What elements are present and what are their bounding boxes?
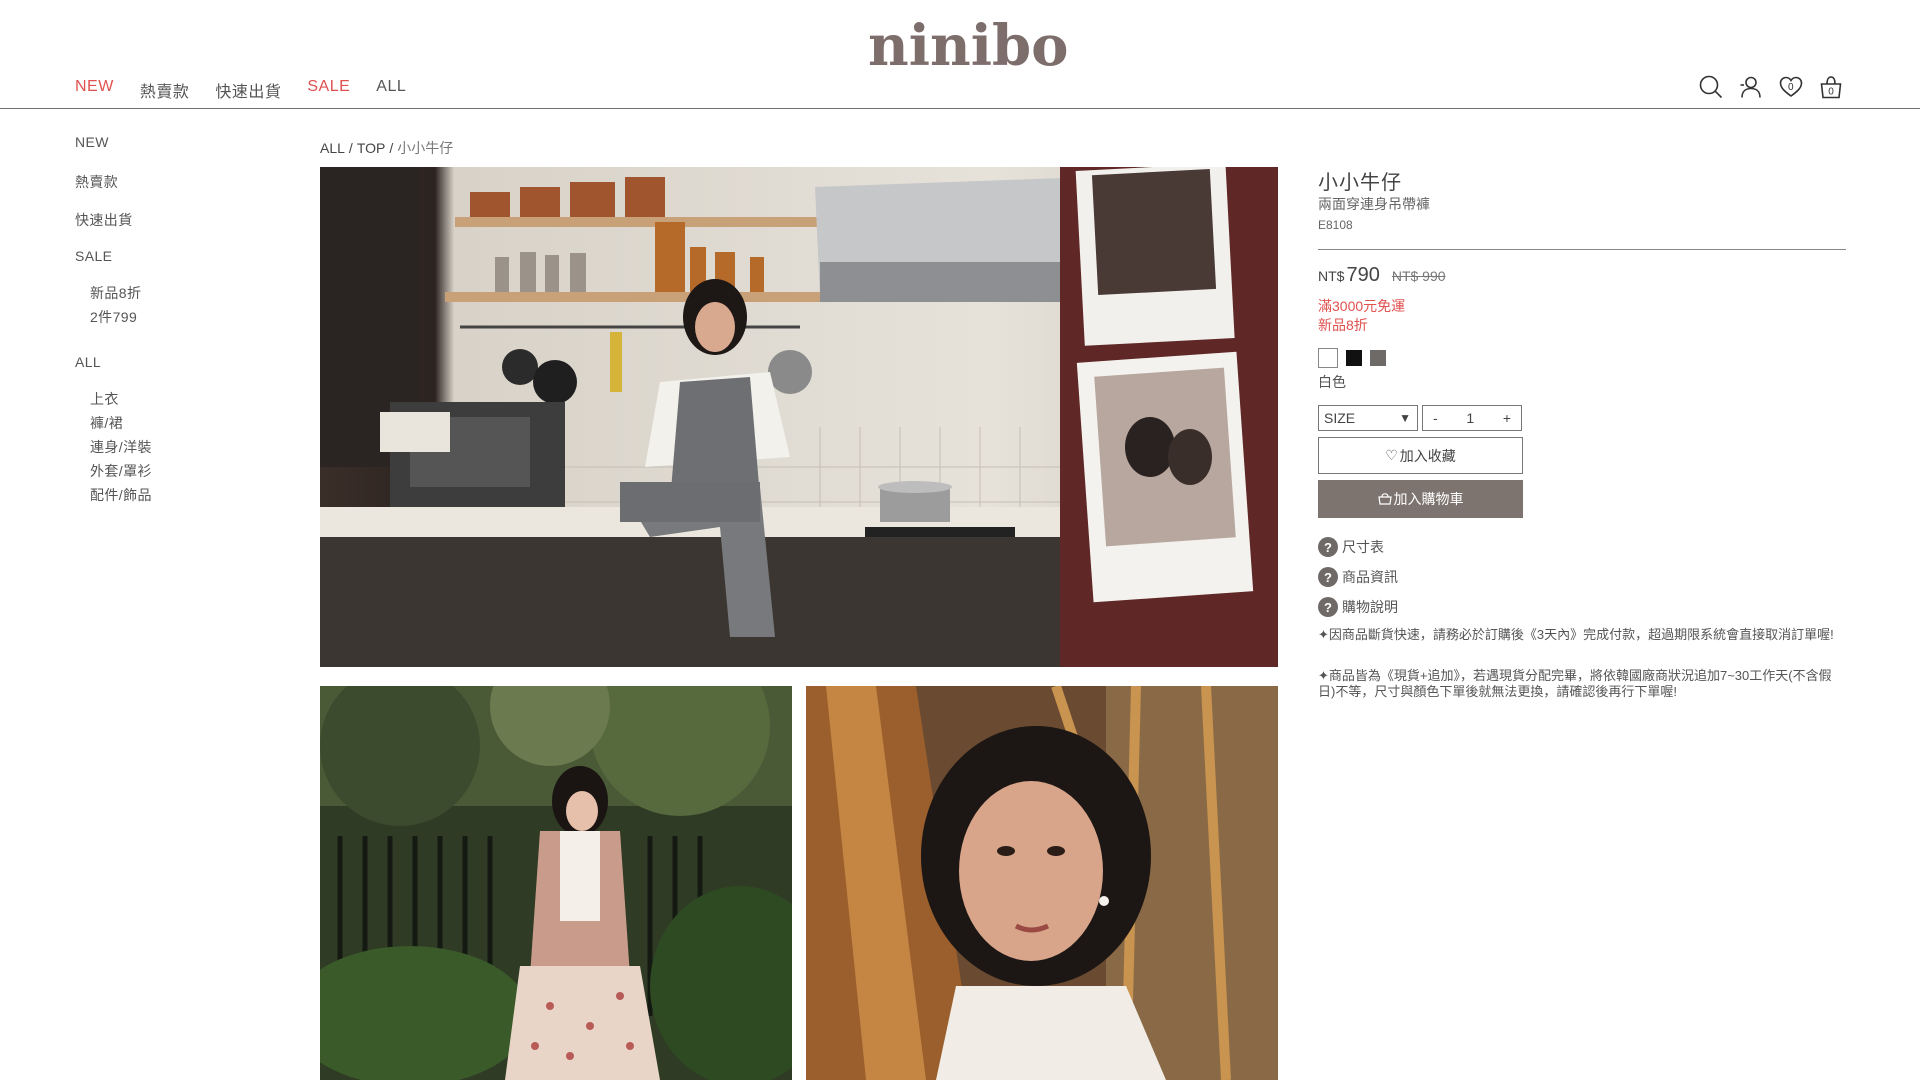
basket-icon — [1377, 493, 1392, 505]
cart-icon[interactable]: 0 — [1818, 74, 1844, 100]
site-header: ninibo NEW 熱賣款 快速出貨 SALE ALL 0 0 — [0, 0, 1920, 109]
sidebar-item-fast[interactable]: 快速出貨 — [75, 210, 133, 230]
price-currency: NT$ — [1318, 268, 1345, 284]
sidebar-item-hot[interactable]: 熱賣款 — [75, 172, 118, 192]
sidebar-sub-tops[interactable]: 上衣 — [90, 389, 119, 409]
user-icon[interactable] — [1738, 74, 1764, 100]
nav-hot[interactable]: 熱賣款 — [140, 78, 190, 102]
size-select[interactable]: SIZE ▼ — [1318, 405, 1418, 431]
product-code: E8108 — [1318, 218, 1353, 232]
sidebar-sub-sale-new[interactable]: 新品8折 — [90, 283, 141, 303]
size-chart-link[interactable]: ? 尺寸表 — [1318, 537, 1384, 557]
add-to-cart-button[interactable]: 加入購物車 — [1318, 480, 1523, 518]
payment-notice: ✦因商品斷貨快速，請務必於訂購後《3天內》完成付款，超過期限系統會直接取消訂單喔… — [1318, 627, 1834, 642]
promo-free-shipping: 滿3000元免運 — [1318, 298, 1406, 314]
chevron-down-icon: ▼ — [1399, 411, 1411, 425]
info-divider — [1318, 249, 1846, 250]
swatch-white[interactable] — [1318, 348, 1338, 368]
product-photo-main[interactable] — [320, 167, 1278, 667]
shopping-guide-label: 購物說明 — [1342, 599, 1398, 615]
product-subtitle: 兩面穿連身吊帶褲 — [1318, 196, 1430, 212]
sidebar-sub-dresses[interactable]: 連身/洋裝 — [90, 437, 152, 457]
price-row: NT$ 790 NT$ 990 — [1318, 264, 1446, 287]
brand-logo[interactable]: ninibo — [868, 14, 1068, 78]
product-info-link[interactable]: ? 商品資訊 — [1318, 567, 1398, 587]
breadcrumb-top[interactable]: TOP — [357, 140, 386, 156]
breadcrumb-current: 小小牛仔 — [397, 140, 454, 156]
search-icon[interactable] — [1698, 74, 1724, 100]
qty-value[interactable]: 1 — [1438, 410, 1503, 426]
nav-new[interactable]: NEW — [75, 78, 114, 102]
qty-plus-button[interactable]: + — [1503, 410, 1511, 426]
breadcrumb-separator: / — [389, 140, 394, 156]
breadcrumb-all[interactable]: ALL — [320, 140, 345, 156]
sidebar-sub-sale-bundle[interactable]: 2件799 — [90, 307, 137, 327]
sidebar-item-new[interactable]: NEW — [75, 134, 109, 150]
question-icon: ? — [1318, 567, 1338, 587]
nav-fast-ship[interactable]: 快速出貨 — [215, 78, 281, 102]
add-to-wishlist-label: 加入收藏 — [1399, 447, 1456, 464]
heart-icon: ♡ — [1385, 447, 1398, 463]
sidebar-sub-bottoms[interactable]: 褲/裙 — [90, 413, 123, 433]
header-actions: 0 0 — [1698, 74, 1844, 100]
sidebar-item-sale[interactable]: SALE — [75, 248, 112, 264]
main-nav: NEW 熱賣款 快速出貨 SALE ALL — [75, 78, 406, 102]
quantity-stepper: - 1 + — [1422, 405, 1522, 431]
wishlist-count: 0 — [1788, 82, 1794, 93]
swatch-black[interactable] — [1346, 350, 1362, 366]
product-info-label: 商品資訊 — [1342, 569, 1398, 585]
breadcrumb-separator: / — [348, 140, 353, 156]
size-chart-label: 尺寸表 — [1342, 539, 1384, 555]
selected-color-label: 白色 — [1318, 374, 1346, 390]
add-to-cart-label: 加入購物車 — [1393, 491, 1464, 507]
swatch-gray[interactable] — [1370, 350, 1386, 366]
cart-count: 0 — [1828, 87, 1834, 98]
nav-sale[interactable]: SALE — [307, 78, 350, 102]
promo-discount: 新品8折 — [1318, 317, 1368, 333]
question-icon: ? — [1318, 597, 1338, 617]
original-price: NT$ 990 — [1391, 268, 1446, 284]
product-photo-portrait[interactable] — [806, 686, 1278, 1080]
restock-notice: ✦商品皆為《現貨+追加》，若遇現貨分配完畢，將依韓國廠商狀況追加7~30工作天(… — [1318, 668, 1832, 699]
shopping-guide-link[interactable]: ? 購物說明 — [1318, 597, 1398, 617]
breadcrumb: ALL / TOP / 小小牛仔 — [320, 138, 453, 158]
add-to-wishlist-button[interactable]: ♡ 加入收藏 — [1318, 437, 1523, 474]
sidebar-sub-accessories[interactable]: 配件/飾品 — [90, 485, 152, 505]
nav-all[interactable]: ALL — [376, 78, 406, 102]
sale-price: 790 — [1346, 264, 1380, 286]
wishlist-icon[interactable]: 0 — [1778, 74, 1804, 100]
sidebar-sub-outerwear[interactable]: 外套/罩衫 — [90, 461, 152, 481]
color-swatches — [1318, 348, 1386, 368]
product-photo-garden[interactable] — [320, 686, 792, 1080]
product-title: 小小牛仔 — [1318, 172, 1402, 194]
sidebar-item-all[interactable]: ALL — [75, 354, 101, 370]
size-select-label: SIZE — [1324, 410, 1356, 426]
question-icon: ? — [1318, 537, 1338, 557]
